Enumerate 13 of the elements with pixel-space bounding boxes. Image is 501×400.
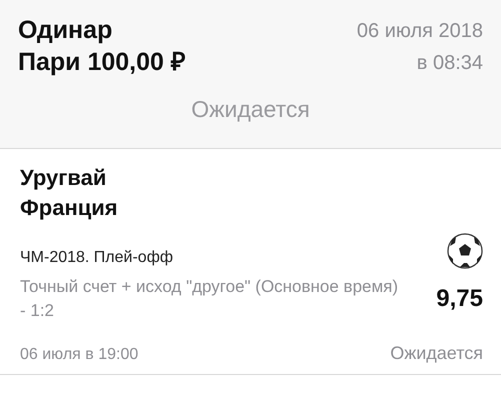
team-name: Франция [20, 194, 119, 222]
team-name: Уругвай [20, 164, 108, 192]
bet-type: Одинар [18, 15, 114, 46]
bet-status: Ожидается [191, 96, 310, 122]
bet-time: в 08:34 [416, 51, 483, 76]
tournament-name: ЧМ-2018. Плей-офф [20, 249, 174, 267]
stake-amount: Пари 100,00 ₽ [18, 47, 186, 78]
odds-value: 9,75 [436, 285, 483, 313]
event-status: Ожидается [390, 343, 483, 364]
event-start-time: 06 июля в 19:00 [20, 346, 138, 364]
market-description: Точный счет + исход "другое" (Основное время) - 1:2 [20, 276, 400, 322]
bet-date: 06 июля 2018 [356, 19, 483, 44]
soccer-ball-icon [447, 233, 483, 269]
